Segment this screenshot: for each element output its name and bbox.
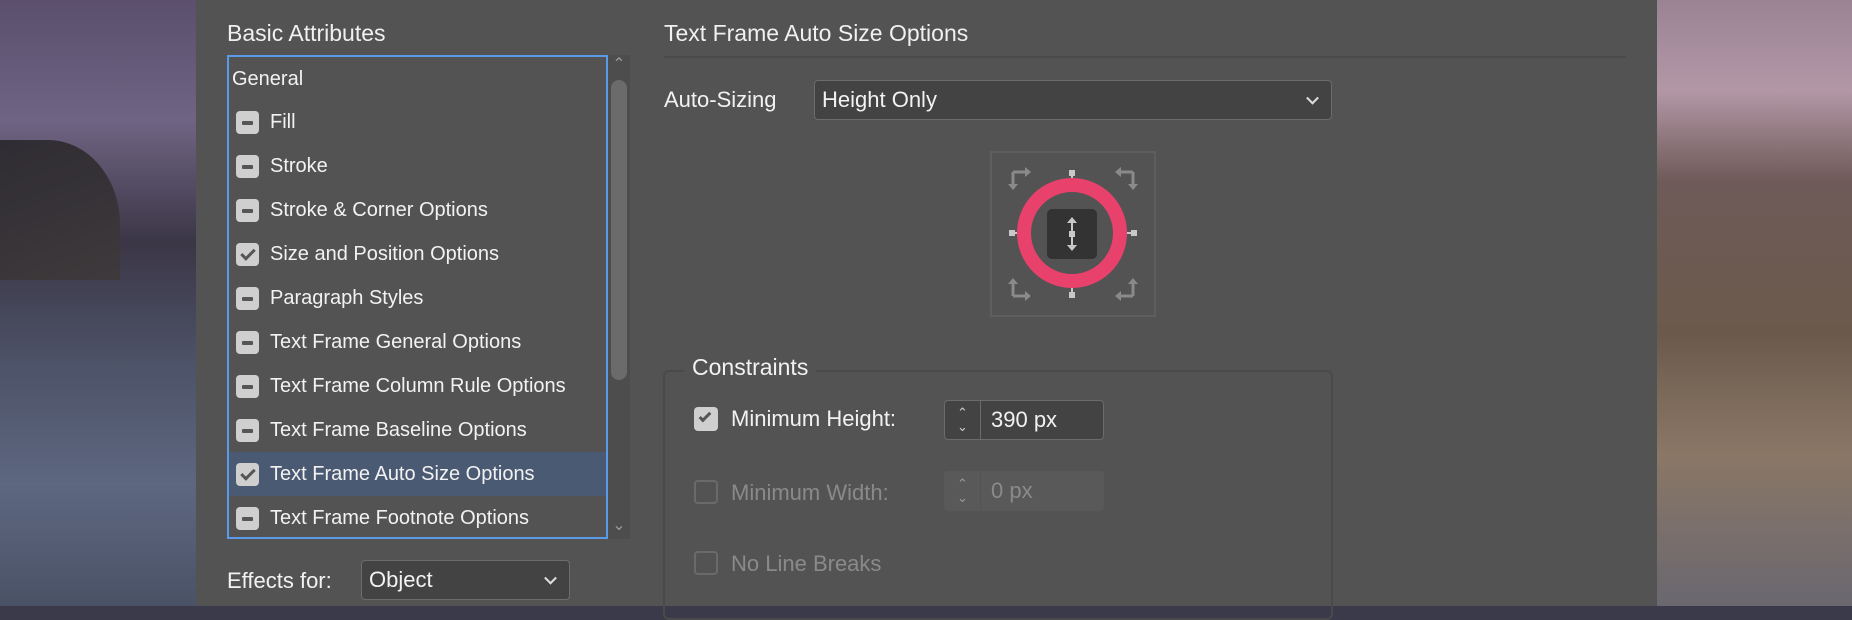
- scroll-up-icon[interactable]: ⌃: [608, 54, 630, 74]
- min-width-label: Minimum Width:: [731, 480, 889, 505]
- min-height-checkbox[interactable]: [694, 407, 718, 431]
- min-height-stepper[interactable]: ⌃ ⌄ 390 px: [944, 400, 1104, 440]
- min-width-stepper[interactable]: ⌃ ⌄ 0 px: [944, 471, 1104, 511]
- list-item-label: Text Frame Auto Size Options: [270, 462, 535, 485]
- list-item-stroke-corner[interactable]: Stroke & Corner Options: [229, 188, 606, 232]
- stepper-arrows-icon[interactable]: ⌃ ⌄: [945, 472, 981, 510]
- list-item-label: Fill: [270, 110, 296, 133]
- list-item-label: Stroke & Corner Options: [270, 198, 488, 221]
- reference-point-widget[interactable]: [990, 151, 1156, 317]
- checked-checkbox[interactable]: [236, 242, 259, 266]
- effects-for-label: Effects for:: [227, 568, 332, 593]
- no-line-breaks-checkbox[interactable]: [694, 551, 718, 575]
- list-item-label: Text Frame General Options: [270, 330, 522, 353]
- section-title: Text Frame Auto Size Options: [664, 20, 969, 46]
- mixed-checkbox[interactable]: [236, 110, 259, 134]
- list-item-paragraph-styles[interactable]: Paragraph Styles: [229, 276, 606, 320]
- mixed-checkbox[interactable]: [236, 154, 259, 178]
- no-line-breaks-label: No Line Breaks: [731, 551, 882, 576]
- mixed-checkbox[interactable]: [236, 330, 259, 354]
- mixed-checkbox[interactable]: [236, 506, 259, 530]
- list-item-tf-general[interactable]: Text Frame General Options: [229, 320, 606, 364]
- min-width-input[interactable]: 0 px: [981, 472, 1033, 510]
- basic-attributes-heading: Basic Attributes: [227, 20, 386, 46]
- stepper-arrows-icon[interactable]: ⌃ ⌄: [945, 401, 981, 439]
- desktop-wallpaper-right: [1657, 0, 1852, 606]
- auto-sizing-dropdown[interactable]: Height Only: [814, 80, 1332, 120]
- scroll-down-icon[interactable]: ⌄: [608, 515, 630, 535]
- mixed-checkbox[interactable]: [236, 374, 259, 398]
- list-item-label: Text Frame Footnote Options: [270, 506, 530, 529]
- list-item-tf-footnote[interactable]: Text Frame Footnote Options: [229, 496, 606, 540]
- list-item-size-position[interactable]: Size and Position Options: [229, 232, 606, 276]
- list-item-stroke[interactable]: Stroke: [229, 144, 606, 188]
- divider: [664, 56, 1626, 58]
- chevron-down-icon: [1306, 91, 1319, 105]
- checkmark-icon: [698, 409, 712, 423]
- list-item-label: Paragraph Styles: [270, 286, 424, 309]
- list-item-tf-auto-size[interactable]: Text Frame Auto Size Options: [229, 452, 606, 496]
- object-styles-dialog: Basic Attributes General Fill Stroke Str…: [196, 0, 1657, 620]
- mixed-checkbox[interactable]: [236, 198, 259, 222]
- mixed-checkbox[interactable]: [236, 286, 259, 310]
- list-item-label: Stroke: [270, 154, 328, 177]
- list-item-label: General: [232, 67, 304, 90]
- effects-for-dropdown[interactable]: Object: [361, 560, 570, 600]
- list-item-label: Size and Position Options: [270, 242, 500, 265]
- list-item-label: Text Frame Baseline Options: [270, 418, 527, 441]
- basic-attributes-list[interactable]: General Fill Stroke Stroke & Corner Opti…: [227, 55, 608, 539]
- scrollbar-thumb[interactable]: [611, 80, 627, 380]
- list-item-tf-baseline[interactable]: Text Frame Baseline Options: [229, 408, 606, 452]
- list-item-general[interactable]: General: [229, 57, 606, 101]
- desktop-wallpaper-left: [0, 0, 196, 606]
- auto-sizing-value: Height Only: [822, 87, 937, 112]
- chevron-down-icon: [544, 571, 557, 585]
- mixed-checkbox[interactable]: [236, 418, 259, 442]
- effects-for-value: Object: [369, 567, 433, 592]
- list-item-label: Text Frame Column Rule Options: [270, 374, 566, 397]
- list-item-fill[interactable]: Fill: [229, 100, 606, 144]
- min-height-label: Minimum Height:: [731, 406, 897, 431]
- constraints-title: Constraints: [684, 354, 817, 381]
- list-item-tf-column-rule[interactable]: Text Frame Column Rule Options: [229, 364, 606, 408]
- min-height-input[interactable]: 390 px: [981, 401, 1057, 439]
- auto-sizing-label: Auto-Sizing: [664, 87, 777, 112]
- min-width-checkbox[interactable]: [694, 480, 718, 504]
- checked-checkbox[interactable]: [236, 462, 259, 486]
